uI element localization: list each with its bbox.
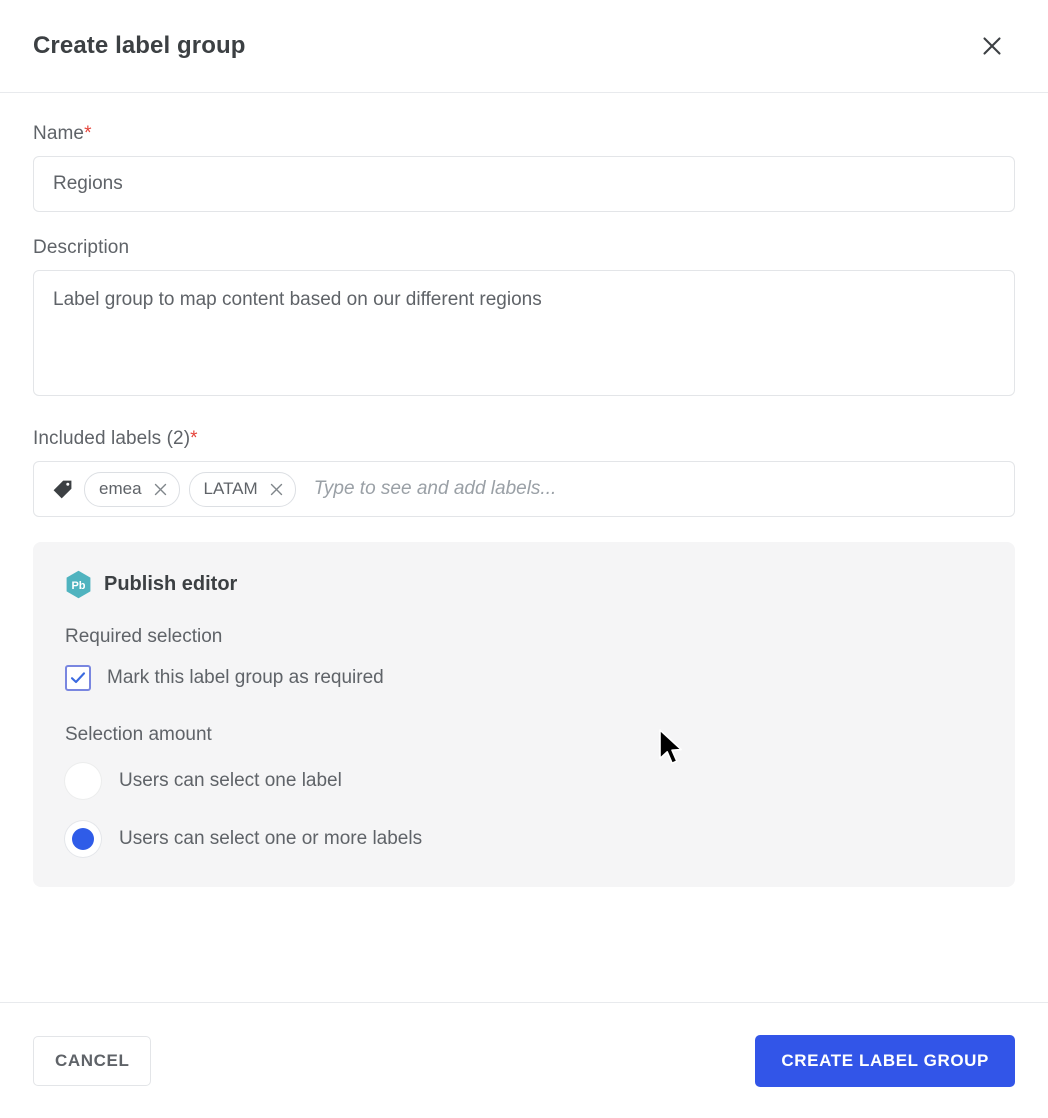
selection-amount-label: Selection amount bbox=[65, 724, 212, 745]
description-textarea[interactable] bbox=[33, 270, 1015, 396]
close-icon[interactable] bbox=[972, 26, 1012, 66]
radio-option-one-label[interactable]: Users can select one label bbox=[65, 763, 983, 799]
label-chip[interactable]: LATAM bbox=[188, 471, 296, 507]
description-label: Description bbox=[33, 237, 130, 258]
included-labels-label-text: Included labels (2) bbox=[33, 428, 191, 449]
included-labels-field-block: Included labels (2)* emea LATAM Type to … bbox=[33, 428, 1015, 517]
create-label-group-button[interactable]: CREATE LABEL GROUP bbox=[755, 1034, 1015, 1087]
name-input[interactable] bbox=[33, 156, 1015, 212]
radio-option-one-or-more-labels[interactable]: Users can select one or more labels bbox=[65, 821, 983, 857]
publish-editor-title: Publish editor bbox=[104, 573, 238, 595]
name-label: Name* bbox=[33, 123, 1015, 145]
mark-required-checkbox-label: Mark this label group as required bbox=[107, 667, 384, 688]
publish-editor-panel: Pb Publish editor Required selection Mar… bbox=[33, 542, 1015, 887]
svg-text:Pb: Pb bbox=[71, 580, 85, 592]
close-icon[interactable] bbox=[269, 482, 284, 497]
labels-search-placeholder[interactable]: Type to see and add labels... bbox=[314, 478, 1000, 500]
radio-unselected-icon[interactable] bbox=[65, 763, 101, 799]
cancel-button[interactable]: CANCEL bbox=[33, 1035, 152, 1086]
label-chip-text: LATAM bbox=[203, 479, 258, 498]
name-required-asterisk: * bbox=[84, 123, 92, 144]
radio-option-one-label-text: Users can select one label bbox=[119, 770, 342, 791]
tag-icon bbox=[52, 479, 73, 500]
close-icon[interactable] bbox=[153, 482, 168, 497]
dialog-footer: CANCEL CREATE LABEL GROUP bbox=[0, 1002, 1048, 1118]
dialog-header: Create label group bbox=[0, 0, 1048, 93]
label-chip[interactable]: emea bbox=[84, 471, 180, 507]
checkbox-icon[interactable] bbox=[65, 665, 91, 691]
radio-selected-icon[interactable] bbox=[65, 821, 101, 857]
description-field-block: Description bbox=[33, 237, 1015, 401]
included-labels-input[interactable]: emea LATAM Type to see and add labels... bbox=[33, 461, 1015, 517]
dialog-body: Name* Description Included labels (2)* e… bbox=[0, 93, 1048, 1002]
name-label-text: Name bbox=[33, 123, 85, 144]
publish-hexagon-icon: Pb bbox=[65, 570, 92, 599]
name-field-block: Name* bbox=[33, 123, 1015, 212]
publish-editor-header: Pb Publish editor bbox=[65, 570, 983, 599]
label-chip-text: emea bbox=[99, 479, 142, 498]
included-labels-label: Included labels (2)* bbox=[33, 428, 1015, 450]
required-selection-label: Required selection bbox=[65, 626, 223, 647]
mark-required-checkbox-row[interactable]: Mark this label group as required bbox=[65, 665, 983, 691]
radio-option-one-or-more-labels-text: Users can select one or more labels bbox=[119, 828, 423, 849]
dialog-title: Create label group bbox=[33, 32, 246, 59]
radio-dot bbox=[72, 828, 94, 850]
create-label-group-dialog: Create label group Name* Description Inc… bbox=[0, 0, 1048, 1118]
included-labels-required-asterisk: * bbox=[190, 428, 198, 449]
